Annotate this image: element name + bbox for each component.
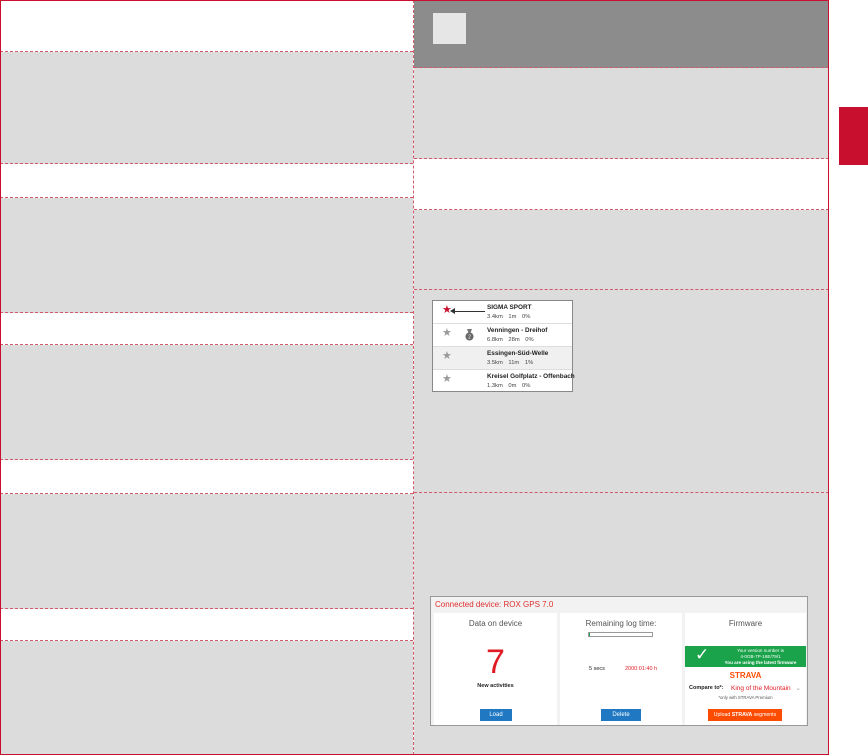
compare-label: Compare to*: bbox=[689, 685, 724, 691]
side-tab[interactable] bbox=[839, 107, 868, 165]
data-panel: Data on device 7 New activities Load bbox=[434, 613, 557, 725]
segment-row[interactable]: ★ Essingen-Süd-Welle 3.5km 11m 1% bbox=[433, 347, 572, 370]
firmware-panel-title: Firmware bbox=[728, 619, 763, 628]
load-button[interactable]: Load bbox=[480, 709, 512, 721]
log-panel: Remaining log time: 5 secs 2000:01:40 h … bbox=[560, 613, 682, 725]
strava-logo: STRAVA bbox=[729, 671, 762, 680]
log-progress-bar bbox=[588, 632, 653, 637]
left-band-5 bbox=[0, 641, 413, 755]
firmware-status-banner: ✓ Your version number is 4-0GB-7P-16E/79… bbox=[685, 645, 806, 667]
log-value: 2000:01:40 h bbox=[625, 666, 658, 672]
strava-wordmark: STRAVA bbox=[731, 712, 753, 718]
log-panel-title: Remaining log time: bbox=[585, 619, 657, 628]
segment-stats: 6.8km 28m 0% bbox=[487, 337, 534, 343]
compare-select[interactable]: King of the Mountain ⌄ bbox=[731, 684, 801, 692]
latest-firmware-note: You are using the latest firmware bbox=[724, 660, 797, 665]
upload-prefix: Upload bbox=[713, 712, 731, 718]
left-header-row bbox=[0, 0, 413, 52]
chevron-down-icon: ⌄ bbox=[795, 685, 801, 692]
version-number: 4-0GB-7P-16E/79/1 bbox=[740, 654, 781, 659]
compare-select-value: King of the Mountain bbox=[731, 685, 791, 692]
segment-row[interactable]: ★ SIGMA SPORT 3.4km 1m 0% bbox=[433, 301, 572, 324]
segment-stats: 3.4km 1m 0% bbox=[487, 314, 531, 320]
header-square-icon bbox=[433, 13, 466, 44]
segment-title: Kreisel Golfplatz - Offenbach bbox=[487, 373, 575, 380]
left-divider-row-3 bbox=[0, 460, 413, 494]
segment-row[interactable]: ★ 2 Venningen - Dreihof 6.8km 28m 0% bbox=[433, 324, 572, 347]
segment-row[interactable]: ★ Kreisel Golfplatz - Offenbach 1.3km 0m… bbox=[433, 370, 575, 393]
segment-title: Essingen-Süd-Welle bbox=[487, 350, 549, 357]
log-progress-fill bbox=[589, 633, 591, 636]
firmware-panel: Firmware ✓ Your version number is 4-0GB-… bbox=[685, 613, 806, 725]
segment-stats: 3.5km 11m 1% bbox=[487, 360, 534, 366]
segment-title: SIGMA SPORT bbox=[487, 304, 532, 311]
upload-suffix: segments bbox=[753, 712, 777, 718]
right-header bbox=[414, 0, 829, 68]
arrow-icon bbox=[450, 308, 485, 314]
left-divider-row-2 bbox=[0, 313, 413, 345]
segment-title: Venningen - Dreihof bbox=[487, 327, 548, 334]
left-band-1 bbox=[0, 52, 413, 164]
segment-stats: 1.3km 0m 0% bbox=[487, 383, 531, 389]
left-band-4 bbox=[0, 494, 413, 609]
right-band-1 bbox=[414, 68, 829, 159]
upload-segments-button[interactable]: Upload STRAVA segments bbox=[708, 709, 782, 721]
data-panel-title: Data on device bbox=[468, 619, 523, 628]
star-icon[interactable]: ★ bbox=[442, 328, 452, 339]
left-divider-row-1 bbox=[0, 164, 413, 198]
version-label: Your version number is bbox=[737, 648, 784, 653]
left-band-2 bbox=[0, 198, 413, 313]
right-divider-row-1 bbox=[414, 159, 829, 210]
device-widget: Connected device: ROX GPS 7.0 Data on de… bbox=[430, 596, 808, 726]
check-icon: ✓ bbox=[695, 645, 710, 664]
activity-count: 7 bbox=[486, 643, 505, 681]
left-divider-row-4 bbox=[0, 609, 413, 641]
star-icon[interactable]: ★ bbox=[442, 374, 452, 385]
column-divider bbox=[413, 0, 414, 755]
star-icon[interactable]: ★ bbox=[442, 351, 452, 362]
connected-device-label: Connected device: ROX GPS 7.0 bbox=[435, 600, 554, 609]
left-band-3 bbox=[0, 345, 413, 460]
activity-count-label: New activities bbox=[477, 683, 514, 689]
delete-button[interactable]: Delete bbox=[601, 709, 641, 721]
premium-note: *only with STRAVA Premium bbox=[718, 695, 773, 700]
svg-text:2: 2 bbox=[468, 335, 471, 341]
segment-list: ★ SIGMA SPORT 3.4km 1m 0% ★ 2 Venningen … bbox=[432, 300, 575, 393]
medal-icon: 2 bbox=[465, 329, 474, 341]
log-label: 5 secs bbox=[589, 666, 605, 672]
right-band-2 bbox=[414, 210, 829, 290]
